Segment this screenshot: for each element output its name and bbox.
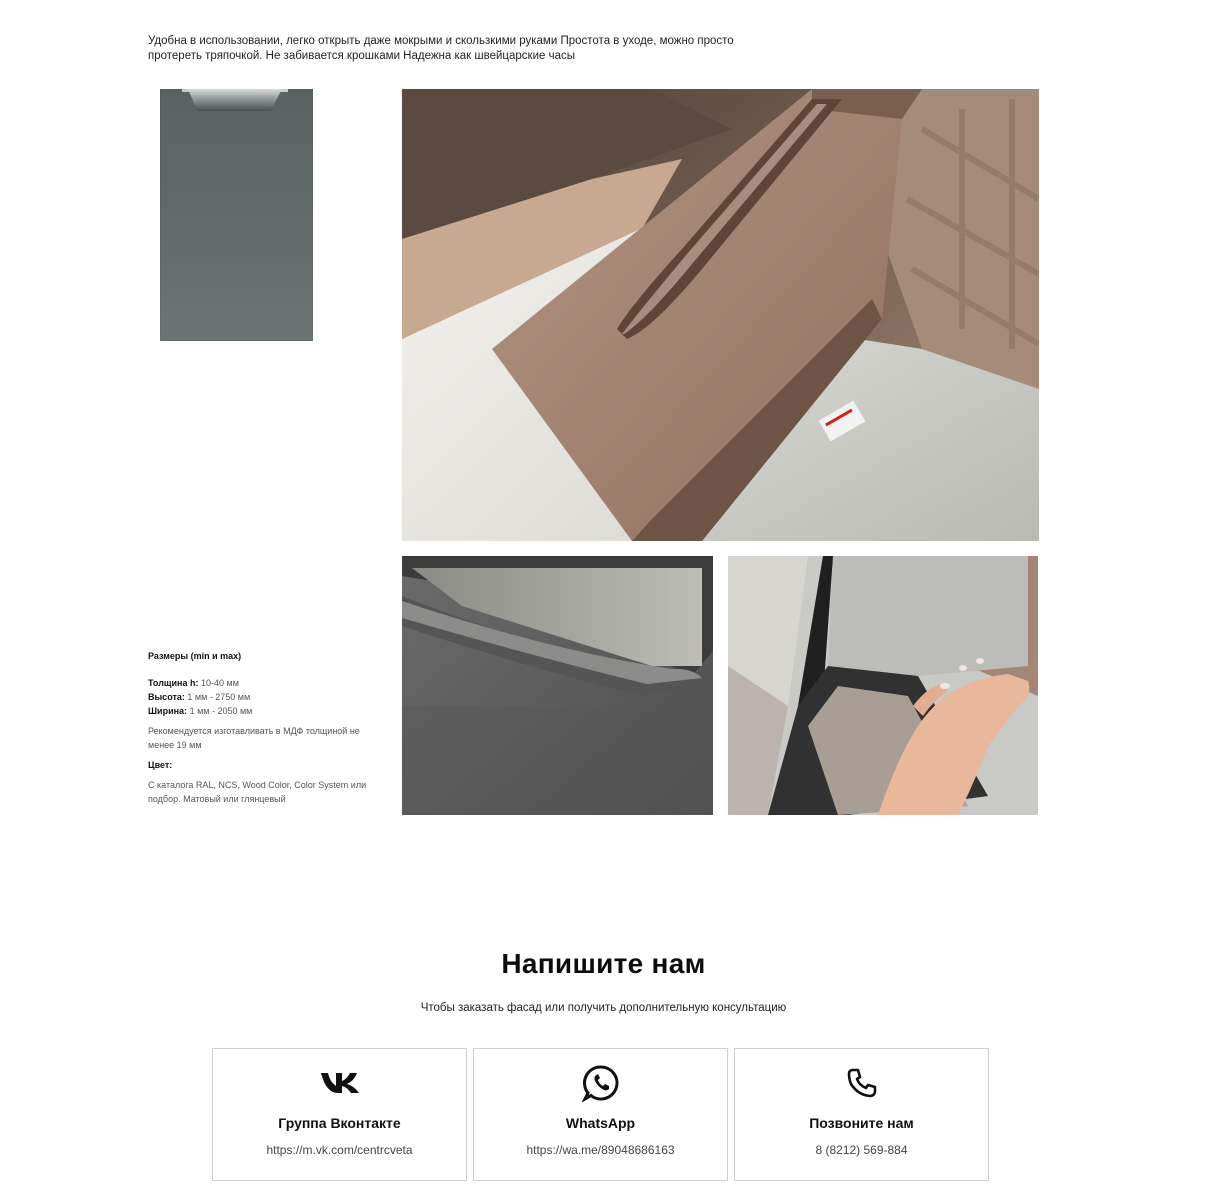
width-row: Ширина: 1 мм - 2050 мм — [148, 704, 388, 718]
specs-block: Размеры (min и max) Толщина h: 10-40 мм … — [148, 649, 388, 806]
phone-card[interactable]: Позвоните нам 8 (8212) 569-884 — [734, 1048, 989, 1181]
vk-icon — [213, 1063, 466, 1103]
whatsapp-icon — [474, 1063, 727, 1103]
phone-card-title: Позвоните нам — [809, 1115, 914, 1131]
thickness-label: Толщина h: — [148, 678, 199, 688]
height-value: 1 мм - 2750 мм — [187, 692, 251, 702]
whatsapp-card-link[interactable]: https://wa.me/89048686163 — [474, 1143, 727, 1157]
phone-icon — [735, 1063, 988, 1103]
integrated-handle — [188, 89, 282, 111]
height-label: Высота: — [148, 692, 185, 702]
mdf-recommendation: Рекомендуется изготавливать в МДФ толщин… — [148, 726, 360, 750]
thickness-value: 10-40 мм — [201, 678, 239, 688]
vk-card[interactable]: Группа Вконтакте https://m.vk.com/centrc… — [212, 1048, 467, 1181]
intro-text: Удобна в использовании, легко открыть да… — [148, 35, 734, 62]
whatsapp-card-title: WhatsApp — [565, 1115, 636, 1131]
hand-opening-photo — [728, 556, 1038, 815]
thickness-row: Толщина h: 10-40 мм — [148, 676, 388, 690]
width-label: Ширина: — [148, 706, 188, 716]
whatsapp-card[interactable]: WhatsApp https://wa.me/89048686163 — [473, 1048, 728, 1181]
height-row: Высота: 1 мм - 2750 мм — [148, 690, 388, 704]
door-preview-image — [160, 89, 313, 341]
width-value: 1 мм - 2050 мм — [189, 706, 253, 716]
mdf-handle-photo — [402, 89, 1039, 541]
phone-card-link[interactable]: 8 (8212) 569-884 — [735, 1143, 988, 1157]
color-heading: Цвет: — [148, 760, 173, 770]
contact-cards: Группа Вконтакте https://m.vk.com/centrc… — [212, 1048, 989, 1181]
color-text: С каталога RAL, NCS, Wood Color, Color S… — [148, 780, 367, 804]
contact-subtitle: Чтобы заказать фасад или получить дополн… — [420, 1002, 787, 1014]
contact-title: Напишите нам — [501, 948, 706, 979]
vk-card-title: Группа Вконтакте — [278, 1115, 401, 1131]
grey-handle-photo — [402, 556, 713, 815]
sizes-heading: Размеры (min и max) — [148, 651, 242, 661]
vk-card-link[interactable]: https://m.vk.com/centrcveta — [213, 1143, 466, 1157]
